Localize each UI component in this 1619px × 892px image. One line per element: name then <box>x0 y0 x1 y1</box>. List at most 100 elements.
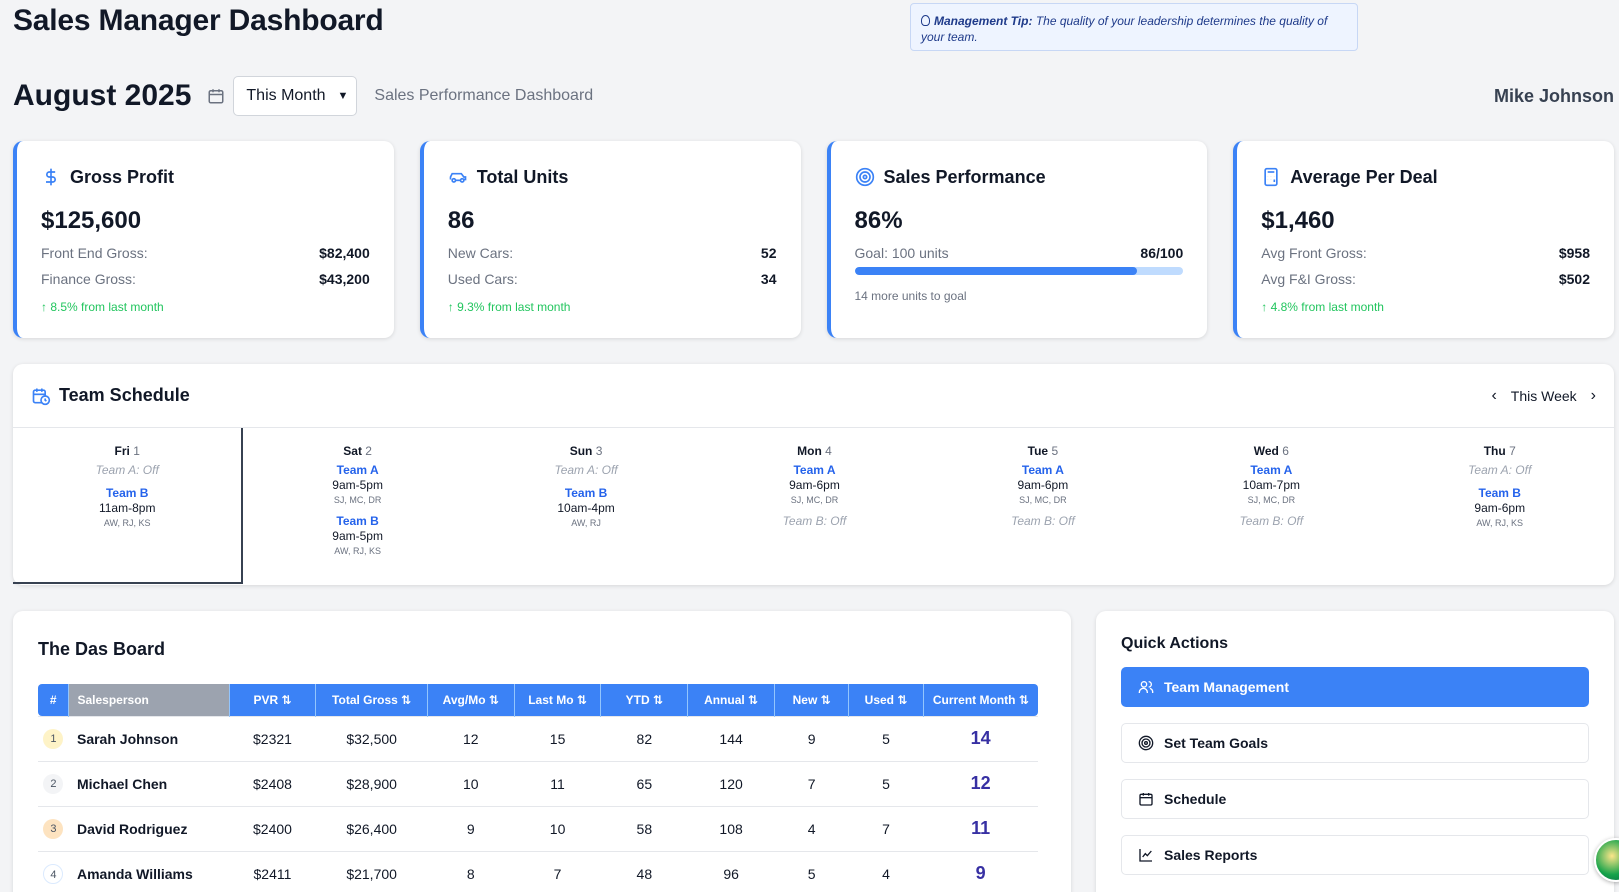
team-name: Team A <box>1021 463 1064 477</box>
goal-note: 14 more units to goal <box>854 289 967 303</box>
table-row[interactable]: 2 Michael Chen $2408 $28,900 10 11 65 120 7 5 12 <box>38 761 1038 807</box>
day-date: 5 <box>1051 444 1059 458</box>
table-cell: 7 <box>848 806 924 852</box>
row-label: Avg Front Gross: <box>1261 245 1367 261</box>
column-header[interactable]: Current Month ⇅ <box>923 684 1038 716</box>
team-members: AW, RJ, KS <box>1476 518 1524 528</box>
schedule-button[interactable]: Schedule <box>1121 779 1589 819</box>
calculator-icon <box>1264 167 1278 187</box>
period-select[interactable]: This Month ▼ <box>233 76 358 116</box>
table-cell: 9 <box>427 806 515 852</box>
set-team-goals-button[interactable]: Set Team Goals <box>1121 723 1589 763</box>
team-off-label: Team B: Off <box>1011 514 1075 528</box>
table-cell: 144 <box>687 715 775 762</box>
table-cell: 7 <box>774 761 849 807</box>
chevron-left-icon[interactable]: ‹ <box>1491 387 1496 405</box>
das-board-title: The Das Board <box>38 639 166 659</box>
schedule-day[interactable]: Sat 2 Team A 9am-5pm SJ, MC, DR Team B 9am-5p… <box>243 428 471 584</box>
row-value: $958 <box>1558 245 1590 261</box>
row-value: 34 <box>760 271 777 287</box>
arrow-up-icon: ↑ <box>447 300 454 314</box>
table-cell: 120 <box>687 761 775 807</box>
table-cell: $2321 <box>229 715 316 762</box>
shift-hours: 9am-5pm <box>332 529 383 543</box>
shift-hours: 9am-6pm <box>789 478 840 492</box>
calendar-clock-icon <box>32 388 51 405</box>
row-value: $82,400 <box>319 245 370 261</box>
average-per-deal-card: Average Per Deal $1,460 Avg Front Gross:… <box>1233 141 1614 338</box>
page-title: Sales Manager Dashboard <box>13 4 384 37</box>
salesperson-name: Michael Chen <box>68 761 230 807</box>
schedule-day[interactable]: Sun 3 Team A: Off Team B 10am-4pm AW, RJ <box>472 428 700 584</box>
team-management-button[interactable]: Team Management <box>1121 667 1589 707</box>
shift-hours: 9am-6pm <box>1017 478 1069 492</box>
column-header[interactable]: YTD ⇅ <box>600 684 689 716</box>
calendar-icon <box>1139 793 1153 806</box>
schedule-day[interactable]: Mon 4 Team A 9am-6pm SJ, MC, DR Team B: Off <box>700 428 928 584</box>
table-cell: 5 <box>774 851 849 892</box>
table-cell: $2411 <box>229 851 316 892</box>
table-row[interactable]: 4 Amanda Williams $2411 $21,700 8 7 48 96 5 4 9 <box>38 851 1038 892</box>
schedule-day[interactable]: Wed 6 Team A 10am-7pm SJ, MC, DR Team B: Off <box>1157 428 1385 584</box>
arrow-up-icon: ↑ <box>41 300 47 314</box>
column-header[interactable]: Last Mo ⇅ <box>514 684 602 716</box>
table-cell: $32,500 <box>315 715 428 762</box>
chevron-right-icon[interactable]: › <box>1591 387 1596 405</box>
current-month: August 2025 <box>13 79 192 112</box>
card-value: $125,600 <box>41 207 142 234</box>
day-name: Mon <box>797 444 822 458</box>
trend-text: 9.3% from last month <box>457 300 571 314</box>
table-cell: 10 <box>514 806 601 852</box>
table-cell: 5 <box>848 715 924 762</box>
team-members: SJ, MC, DR <box>1019 495 1067 505</box>
button-label: Team Management <box>1164 679 1289 695</box>
table-body: 1 Sarah Johnson $2321 $32,500 12 15 82 144 9 5 14 2… <box>38 715 1038 892</box>
users-icon <box>1138 681 1154 693</box>
team-off-label: Team A: Off <box>1468 463 1532 477</box>
card-title: Average Per Deal <box>1290 166 1438 187</box>
table-cell: 108 <box>687 806 775 852</box>
team-off-label: Team A: Off <box>554 463 618 477</box>
rank-cell: 4 <box>38 851 69 892</box>
table-cell: 96 <box>687 851 775 892</box>
user-name[interactable]: Mike Johnson <box>1494 86 1614 107</box>
week-range: This Week <box>1510 387 1577 404</box>
day-label: Thu 7 <box>1386 444 1614 458</box>
button-label: Schedule <box>1164 791 1227 807</box>
schedule-days: Fri 1 Team A: Off Team B 11am-8pm AW, RJ, KS… <box>13 428 1614 584</box>
table-cell: 11 <box>514 761 601 807</box>
total-units-card: Total Units 86 New Cars: 52 Used Cars: 34 … <box>419 141 801 338</box>
day-label: Wed 6 <box>1157 444 1385 458</box>
team-name: Team A <box>1250 463 1293 477</box>
sales-reports-button[interactable]: Sales Reports <box>1121 835 1589 875</box>
dollar-icon <box>46 168 56 186</box>
target-icon <box>855 167 874 187</box>
shift-hours: 11am-8pm <box>98 501 156 515</box>
column-header[interactable]: Annual ⇅ <box>687 684 775 716</box>
table-cell: 48 <box>600 851 688 892</box>
schedule-day[interactable]: Tue 5 Team A 9am-6pm SJ, MC, DR Team B: Off <box>929 428 1157 584</box>
column-header[interactable]: Used ⇅ <box>848 684 924 716</box>
das-board: The Das Board # Salesperson PVR ⇅ Total Gro… <box>13 611 1071 892</box>
team-name: Team B <box>1478 486 1521 500</box>
table-cell: 58 <box>600 806 688 852</box>
calendar-icon <box>208 89 224 104</box>
column-header[interactable]: New ⇅ <box>774 684 850 716</box>
shift-hours: 10am-7pm <box>1242 478 1300 492</box>
column-header: # <box>38 684 70 716</box>
trend-text: 4.8% from last month <box>1270 300 1384 314</box>
table-row[interactable]: 3 David Rodriguez $2400 $26,400 9 10 58 108 4 7 11 <box>38 806 1038 852</box>
rank-cell: 3 <box>38 806 69 852</box>
team-name: Team A <box>336 463 379 477</box>
row-label: Used Cars: <box>447 271 518 287</box>
schedule-day[interactable]: Fri 1 Team A: Off Team B 11am-8pm AW, RJ, KS <box>13 428 244 584</box>
team-members: AW, RJ, KS <box>103 518 151 528</box>
column-header[interactable]: PVR ⇅ <box>229 684 317 716</box>
column-header[interactable]: Avg/Mo ⇅ <box>427 684 515 716</box>
team-off-label: Team B: Off <box>1239 514 1304 528</box>
table-row[interactable]: 1 Sarah Johnson $2321 $32,500 12 15 82 144 9 5 14 <box>38 715 1038 762</box>
team-members: SJ, MC, DR <box>1247 495 1296 505</box>
column-header[interactable]: Total Gross ⇅ <box>315 684 428 716</box>
schedule-day[interactable]: Thu 7 Team A: Off Team B 9am-6pm AW, RJ, KS <box>1386 428 1614 584</box>
lightbulb-icon <box>921 15 930 26</box>
